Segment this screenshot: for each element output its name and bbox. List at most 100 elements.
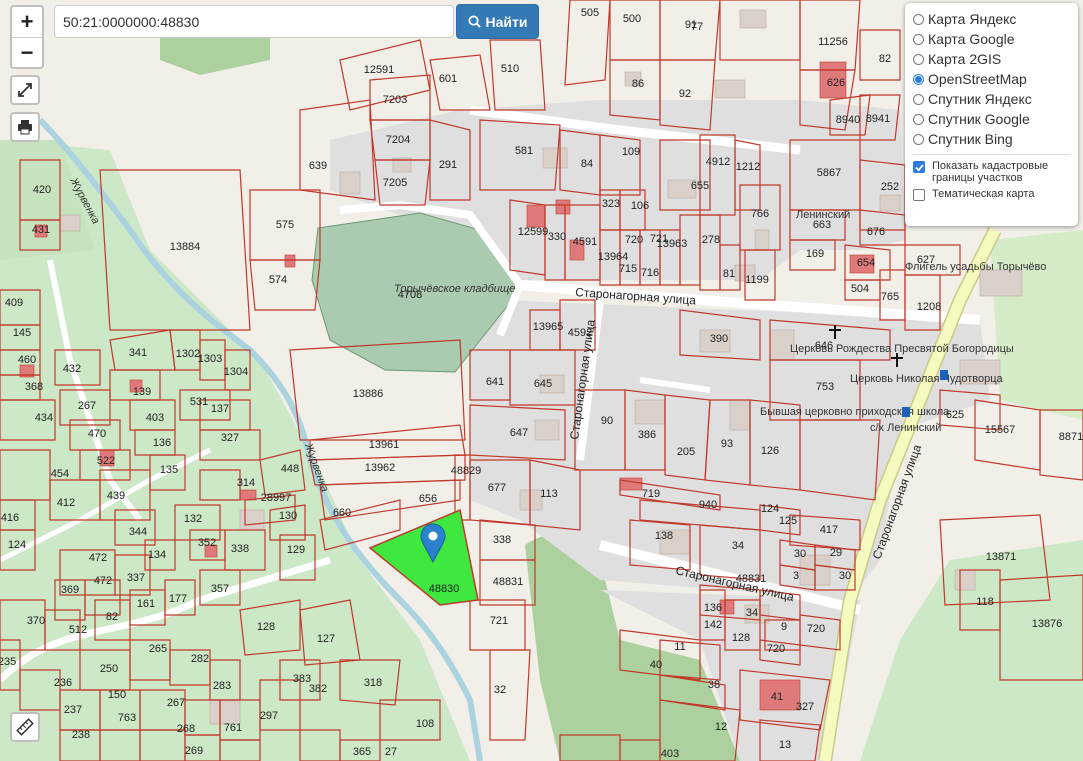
selected-plot-number: 48830	[429, 583, 460, 595]
plot-number-label: 352	[198, 537, 216, 549]
plot-number-label: 48829	[451, 465, 482, 477]
church-christmas-label: Церковь Рождества Пресвятой Богородицы	[790, 343, 1014, 355]
plot-number-label: 318	[364, 677, 382, 689]
plot-number-label: 454	[51, 468, 69, 480]
find-button[interactable]: Найти	[456, 4, 539, 39]
plot-number-label: 327	[796, 701, 814, 713]
plot-number-label: 7205	[383, 177, 407, 189]
plot-number-label: 645	[534, 378, 552, 390]
base-layer-option[interactable]: Спутник Яндекс	[913, 89, 1070, 109]
radio-button[interactable]	[913, 93, 924, 105]
print-button[interactable]	[10, 112, 40, 142]
plot-number-label: 365	[353, 746, 371, 758]
plot-number-label: 341	[129, 347, 147, 359]
plot-number-label: 134	[148, 549, 166, 561]
plot-number-label: 205	[677, 446, 695, 458]
plot-number-label: 161	[137, 598, 155, 610]
plot-number-label: 41	[771, 691, 783, 703]
radio-button[interactable]	[913, 13, 924, 25]
plot-number-label: 13871	[986, 551, 1017, 563]
ruler-button[interactable]	[10, 712, 40, 742]
plot-number-label: 34	[746, 607, 758, 619]
cemetery-label: Торычёвское кладбище	[394, 283, 515, 295]
radio-button[interactable]	[913, 53, 924, 65]
plot-number-label: 27	[385, 746, 397, 758]
radio-button[interactable]	[913, 133, 924, 145]
plot-number-label: 641	[486, 376, 504, 388]
plot-number-label: 136	[704, 602, 722, 614]
plot-number-label: 93	[721, 438, 733, 450]
base-layer-option[interactable]: Карта Google	[913, 29, 1070, 49]
plot-number-label: 330	[548, 231, 566, 243]
plot-number-label: 13884	[170, 241, 201, 253]
base-layer-option[interactable]: OpenStreetMap	[913, 69, 1070, 89]
checkbox[interactable]	[913, 189, 925, 201]
plot-number-label: 129	[287, 544, 305, 556]
plot-number-label: 4912	[706, 156, 730, 168]
layer-switcher: Карта Яндекс Карта Google Карта 2GIS OpenSt…	[905, 3, 1078, 226]
plot-number-label: 761	[224, 722, 242, 734]
checkbox[interactable]	[913, 161, 925, 173]
plot-number-label: 1212	[736, 161, 760, 173]
plot-number-label: 522	[97, 455, 115, 467]
radio-button[interactable]	[913, 33, 924, 45]
plot-number-label: 265	[149, 643, 167, 655]
zoom-control: + −	[10, 5, 44, 69]
plot-number-label: 763	[118, 712, 136, 724]
plot-number-label: 382	[309, 683, 327, 695]
base-layer-option[interactable]: Карта Яндекс	[913, 9, 1070, 29]
plot-number-label: 448	[281, 463, 299, 475]
plot-number-label: 512	[69, 624, 87, 636]
plot-number-label: 412	[57, 497, 75, 509]
plot-number-label: 575	[276, 219, 294, 231]
plot-number-label: 40	[650, 659, 662, 671]
plot-number-label: 715	[619, 263, 637, 275]
plot-number-label: 81	[723, 268, 735, 280]
plot-number-label: 268	[177, 723, 195, 735]
manor-label: Флигель усадьбы Торычёво	[905, 261, 1046, 273]
plot-number-label: 677	[488, 482, 506, 494]
plot-number-label: 716	[641, 267, 659, 279]
zoom-in-button[interactable]: +	[12, 7, 42, 38]
plot-number-label: 639	[309, 160, 327, 172]
plot-number-label: 124	[8, 539, 26, 551]
layer-label: Спутник Google	[928, 111, 1030, 127]
overlay-layer-option[interactable]: Показать кадастровые границы участков	[913, 160, 1070, 184]
base-layer-option[interactable]: Карта 2GIS	[913, 49, 1070, 69]
plot-number-label: 126	[761, 445, 779, 457]
plot-number-label: 470	[88, 428, 106, 440]
plot-number-label: 13876	[1032, 618, 1063, 630]
overlay-label: Тематическая карта	[932, 188, 1035, 200]
plot-number-label: 7204	[386, 134, 410, 146]
plot-number-label: 8871	[1059, 431, 1083, 443]
plot-number-label: 500	[623, 13, 641, 25]
base-layer-option[interactable]: Спутник Google	[913, 109, 1070, 129]
plot-number-label: 29	[830, 547, 842, 559]
base-layer-option[interactable]: Спутник Bing	[913, 129, 1070, 149]
plot-number-label: 15567	[985, 424, 1016, 436]
plot-number-label: 403	[146, 412, 164, 424]
plot-number-label: 11256	[818, 36, 848, 48]
radio-button[interactable]	[913, 73, 924, 85]
plot-number-label: 5867	[817, 167, 841, 179]
plot-number-label: 719	[642, 488, 660, 500]
cadastral-search-input[interactable]	[54, 5, 454, 38]
zoom-out-button[interactable]: −	[12, 38, 42, 68]
plot-number-label: 138	[655, 530, 673, 542]
radio-button[interactable]	[913, 113, 924, 125]
plot-number-label: 118	[976, 596, 994, 608]
plot-number-label: 130	[279, 510, 297, 522]
plot-number-label: 278	[702, 234, 720, 246]
plot-number-label: 238	[72, 729, 90, 741]
plot-number-label: 34	[732, 540, 744, 552]
plot-number-label: 90	[601, 415, 613, 427]
plot-number-label: 8940	[836, 114, 860, 126]
plot-number-label: 720	[767, 643, 785, 655]
plot-number-label: 344	[129, 526, 147, 538]
overlay-layer-option[interactable]: Тематическая карта	[913, 188, 1070, 201]
plot-number-label: 434	[35, 412, 53, 424]
fullscreen-button[interactable]	[10, 75, 40, 105]
plot-number-label: 338	[231, 543, 249, 555]
plot-number-label: 940	[699, 499, 717, 511]
plot-number-label: 327	[221, 432, 239, 444]
